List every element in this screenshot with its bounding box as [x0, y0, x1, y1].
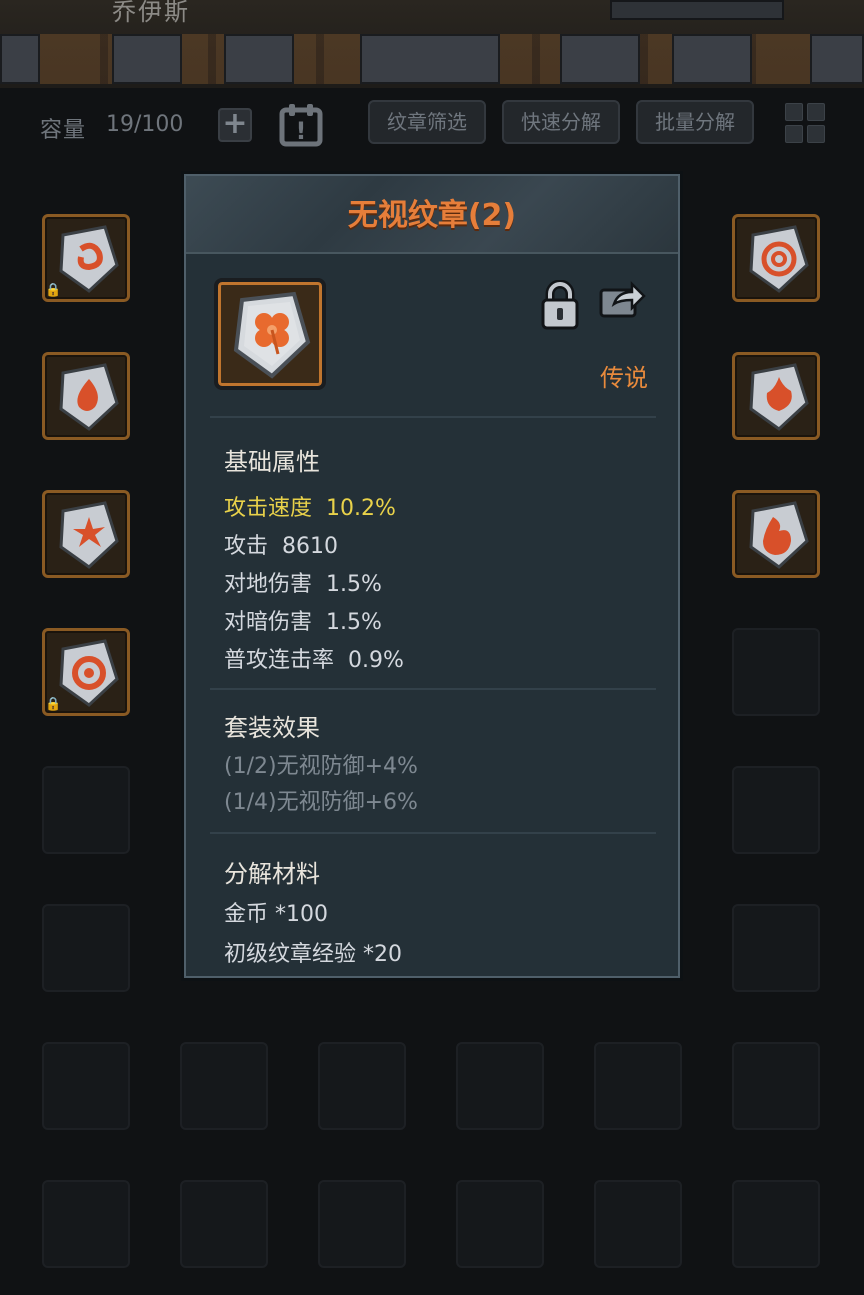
hero-name: 乔伊斯: [112, 0, 190, 26]
inventory-slot[interactable]: 🔒: [42, 214, 130, 302]
dismantle-materials-title: 分解材料: [224, 860, 320, 888]
top-banner: 乔伊斯: [0, 0, 864, 88]
base-stats-title: 基础属性: [224, 448, 320, 476]
inventory-slot[interactable]: [732, 214, 820, 302]
whirl-emblem-icon: [59, 639, 119, 707]
base-stat: 普攻连击率 0.9%: [224, 648, 404, 673]
inventory-slot[interactable]: [732, 490, 820, 578]
empty-slot[interactable]: [180, 1042, 268, 1130]
empty-slot[interactable]: [318, 1180, 406, 1268]
emblem-detail-popup: 无视纹章(2) 传说 基础属性 攻击速度 10.2% 攻击 8610 对地伤害 …: [184, 174, 680, 978]
lock-icon: 🔒: [45, 697, 62, 712]
batch-dismantle-label: 批量分解: [655, 110, 735, 134]
clover-emblem-icon: [233, 291, 311, 379]
share-icon[interactable]: [598, 280, 646, 320]
calendar-alert-symbol: !: [296, 117, 307, 145]
empty-slot[interactable]: [732, 1042, 820, 1130]
inventory-slot[interactable]: 🔒: [42, 628, 130, 716]
empty-slot[interactable]: [732, 1180, 820, 1268]
inventory-slot[interactable]: [42, 490, 130, 578]
fire-emblem-icon: [749, 501, 809, 569]
calendar-alert-icon: !: [279, 104, 323, 147]
empty-slot[interactable]: [594, 1042, 682, 1130]
drop-emblem-icon: [59, 363, 119, 431]
popup-header: 无视纹章(2): [186, 176, 678, 254]
grid-view-button[interactable]: [782, 100, 828, 146]
grid-icon-cell: [785, 125, 803, 143]
empty-slot[interactable]: [456, 1180, 544, 1268]
emblem-filter-label: 纹章筛选: [387, 110, 467, 134]
spiral-emblem-icon: [59, 225, 119, 293]
quick-dismantle-label: 快速分解: [521, 110, 601, 134]
empty-slot[interactable]: [732, 766, 820, 854]
grid-icon-cell: [807, 103, 825, 121]
inventory-slot[interactable]: [732, 352, 820, 440]
expand-capacity-button[interactable]: +: [218, 108, 252, 142]
empty-slot[interactable]: [594, 1180, 682, 1268]
divider: [210, 832, 656, 834]
plus-icon: +: [222, 106, 248, 141]
base-stat: 攻击 8610: [224, 534, 338, 559]
wall-crenel: [560, 34, 640, 84]
base-stat: 对暗伤害 1.5%: [224, 610, 382, 635]
divider: [210, 688, 656, 690]
material-line: 金币 *100: [224, 902, 328, 927]
emblem-portrait: [214, 278, 326, 390]
circle-emblem-icon: [749, 225, 809, 293]
empty-slot[interactable]: [42, 1042, 130, 1130]
calendar-alert-button[interactable]: !: [278, 102, 324, 148]
grid-icon-cell: [807, 125, 825, 143]
emblem-title: 无视纹章(2): [347, 198, 517, 233]
capacity-value: 19/100: [106, 112, 184, 137]
wall-crenel: [360, 34, 500, 84]
empty-slot[interactable]: [732, 628, 820, 716]
base-stat: 对地伤害 1.5%: [224, 572, 382, 597]
banner-bar: [610, 0, 784, 20]
inventory-toolbar: 容量 19/100 + ! 纹章筛选 快速分解 批量分解: [0, 96, 864, 154]
empty-slot[interactable]: [456, 1042, 544, 1130]
emblem-filter-button[interactable]: 纹章筛选: [368, 100, 486, 144]
rarity-label: 传说: [600, 364, 648, 392]
wall-crenel: [224, 34, 294, 84]
set-effect: (1/4)无视防御+6%: [224, 790, 418, 815]
set-effect-title: 套装效果: [224, 714, 320, 742]
burst-emblem-icon: [59, 501, 119, 569]
wall-crenel: [672, 34, 752, 84]
empty-slot[interactable]: [318, 1042, 406, 1130]
lock-icon[interactable]: [540, 280, 580, 330]
wall-crenel: [112, 34, 182, 84]
inventory-slot[interactable]: [42, 352, 130, 440]
grid-icon-cell: [785, 103, 803, 121]
quick-dismantle-button[interactable]: 快速分解: [502, 100, 620, 144]
flame-emblem-icon: [749, 363, 809, 431]
capacity-label: 容量: [40, 118, 87, 143]
empty-slot[interactable]: [42, 766, 130, 854]
empty-slot[interactable]: [180, 1180, 268, 1268]
wall-crenel: [810, 34, 864, 84]
wall-crenel: [0, 34, 40, 84]
set-effect: (1/2)无视防御+4%: [224, 754, 418, 779]
empty-slot[interactable]: [732, 904, 820, 992]
base-stat: 攻击速度 10.2%: [224, 496, 396, 521]
empty-slot[interactable]: [42, 904, 130, 992]
empty-slot[interactable]: [42, 1180, 130, 1268]
lock-icon: 🔒: [45, 283, 62, 298]
material-line: 初级纹章经验 *20: [224, 942, 402, 967]
batch-dismantle-button[interactable]: 批量分解: [636, 100, 754, 144]
divider: [210, 416, 656, 418]
